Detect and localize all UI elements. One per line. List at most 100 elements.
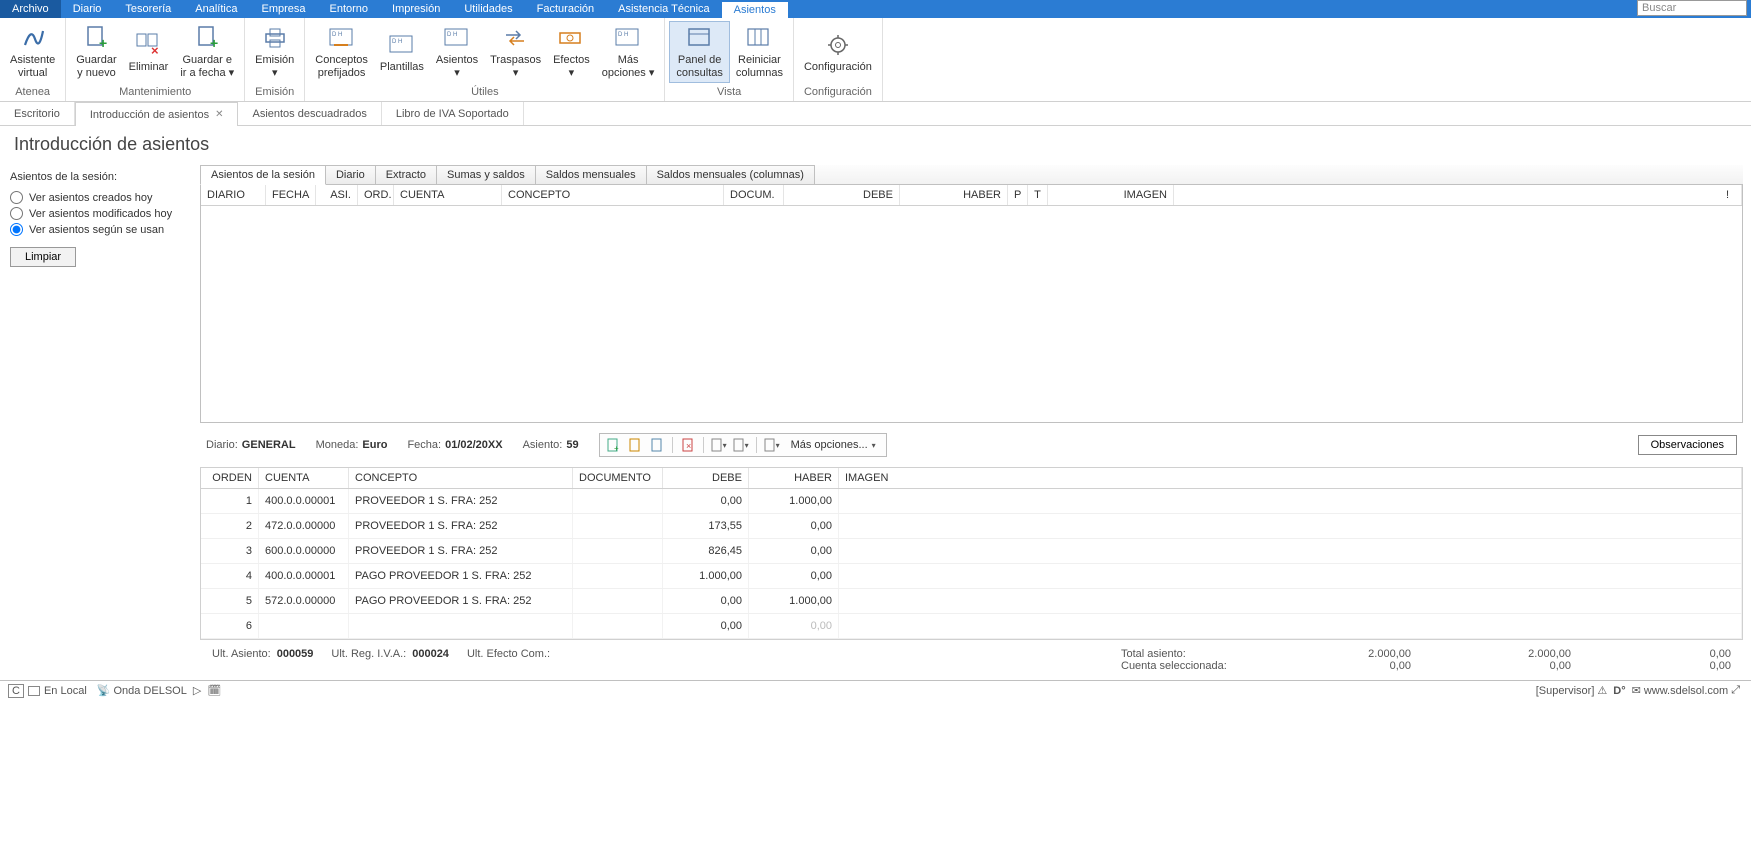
menu-utilidades[interactable]: Utilidades	[452, 0, 524, 18]
reiniciar-columnas-button[interactable]: Reiniciar columnas	[730, 22, 789, 81]
col-cuenta[interactable]: CUENTA	[394, 185, 502, 205]
warning-icon[interactable]: ⚠	[1597, 684, 1607, 697]
col-imagen[interactable]: IMAGEN	[1048, 185, 1174, 205]
tab-introduccion-asientos[interactable]: Introducción de asientos✕	[75, 102, 239, 126]
subtab-saldos-cols[interactable]: Saldos mensuales (columnas)	[646, 165, 815, 184]
statusbar: C En Local 📡 Onda DELSOL ▷ 🗓 [Supervisor…	[0, 680, 1751, 700]
col-fecha[interactable]: FECHA	[266, 185, 316, 205]
mail-icon[interactable]: ✉	[1632, 684, 1641, 697]
col-ord[interactable]: ORD.	[358, 185, 394, 205]
menu-tesoreria[interactable]: Tesorería	[113, 0, 183, 18]
guardar-nuevo-button[interactable]: + Guardar y nuevo	[70, 22, 122, 81]
status-onda[interactable]: Onda DELSOL	[113, 685, 186, 697]
search-input[interactable]: Buscar	[1637, 0, 1747, 16]
eliminar-button[interactable]: × Eliminar	[123, 29, 175, 76]
table-row[interactable]: 60,000,00	[201, 614, 1742, 639]
status-c-badge: C	[8, 684, 24, 698]
col-alert[interactable]: !	[1174, 185, 1742, 205]
limpiar-button[interactable]: Limpiar	[10, 247, 76, 267]
grid-icon	[743, 24, 775, 52]
table-row[interactable]: 2472.0.0.00000PROVEEDOR 1 S. FRA: 252173…	[201, 514, 1742, 539]
efectos-button[interactable]: Efectos ▾	[547, 22, 596, 81]
pin-icon[interactable]: ⤢	[1731, 684, 1740, 697]
menu-asistencia[interactable]: Asistencia Técnica	[606, 0, 722, 18]
doc-action3-icon[interactable]: ▾	[763, 436, 781, 454]
tab-libro-iva[interactable]: Libro de IVA Soportado	[382, 102, 524, 125]
menu-asientos[interactable]: Asientos	[722, 0, 788, 18]
doc-action1-icon[interactable]: ▾	[710, 436, 728, 454]
col-concepto[interactable]: CONCEPTO	[502, 185, 724, 205]
view-tabs: Asientos de la sesión Diario Extracto Su…	[200, 165, 1743, 185]
menu-facturacion[interactable]: Facturación	[525, 0, 606, 18]
svg-text:+: +	[99, 35, 107, 51]
session-grid[interactable]: DIARIO FECHA ASI. ORD. CUENTA CONCEPTO D…	[200, 185, 1743, 423]
menu-impresion[interactable]: Impresión	[380, 0, 452, 18]
radio-creados-hoy[interactable]: Ver asientos creados hoy	[10, 191, 190, 204]
plantillas-button[interactable]: D H Plantillas	[374, 29, 430, 76]
tab-escritorio[interactable]: Escritorio	[0, 102, 75, 125]
svg-text:D H: D H	[332, 32, 342, 38]
subtab-extracto[interactable]: Extracto	[375, 165, 437, 184]
col-haber[interactable]: HABER	[900, 185, 1008, 205]
configuracion-button[interactable]: Configuración	[798, 29, 878, 76]
table-row[interactable]: 4400.0.0.00001PAGO PROVEEDOR 1 S. FRA: 2…	[201, 564, 1742, 589]
table-row[interactable]: 3600.0.0.00000PROVEEDOR 1 S. FRA: 252826…	[201, 539, 1742, 564]
col-asi[interactable]: ASI.	[316, 185, 358, 205]
play-icon[interactable]: ▷	[193, 684, 201, 697]
radio-modificados-hoy[interactable]: Ver asientos modificados hoy	[10, 207, 190, 220]
guardar-ir-fecha-button[interactable]: + Guardar e ir a fecha ▾	[174, 22, 240, 81]
col-debe[interactable]: DEBE	[784, 185, 900, 205]
menu-diario[interactable]: Diario	[61, 0, 114, 18]
wifi-icon: 📡	[97, 684, 111, 697]
tab-asientos-descuadrados[interactable]: Asientos descuadrados	[238, 102, 381, 125]
table-row[interactable]: 1400.0.0.00001PROVEEDOR 1 S. FRA: 2520,0…	[201, 489, 1742, 514]
lcol-concepto[interactable]: CONCEPTO	[349, 468, 573, 488]
doc-copy-icon[interactable]	[648, 436, 666, 454]
menu-empresa[interactable]: Empresa	[249, 0, 317, 18]
entry-lines-grid[interactable]: ORDEN CUENTA CONCEPTO DOCUMENTO DEBE HAB…	[200, 467, 1743, 640]
lcol-orden[interactable]: ORDEN	[201, 468, 259, 488]
menu-analitica[interactable]: Analítica	[183, 0, 249, 18]
menu-archivo[interactable]: Archivo	[0, 0, 61, 18]
lcol-haber[interactable]: HABER	[749, 468, 839, 488]
doc-edit-icon[interactable]	[626, 436, 644, 454]
status-en-local: En Local	[44, 685, 87, 697]
lcol-cuenta[interactable]: CUENTA	[259, 468, 349, 488]
mas-opciones-dropdown[interactable]: Más opciones...▾	[785, 437, 882, 453]
emision-button[interactable]: Emisión ▾	[249, 22, 300, 81]
close-icon[interactable]: ✕	[215, 109, 223, 120]
col-diario[interactable]: DIARIO	[201, 185, 266, 205]
subtab-sesion[interactable]: Asientos de la sesión	[200, 165, 326, 185]
status-site[interactable]: www.sdelsol.com	[1644, 685, 1728, 697]
lcol-debe[interactable]: DEBE	[663, 468, 749, 488]
conceptos-prefijados-button[interactable]: D H Conceptos prefijados	[309, 22, 374, 81]
doc-delete-icon[interactable]: ×	[679, 436, 697, 454]
col-t[interactable]: T	[1028, 185, 1048, 205]
lcol-imagen[interactable]: IMAGEN	[839, 468, 1742, 488]
mas-opciones-button[interactable]: D H Más opciones ▾	[596, 22, 661, 81]
session-filter-panel: Asientos de la sesión: Ver asientos crea…	[0, 165, 200, 680]
col-p[interactable]: P	[1008, 185, 1028, 205]
form-icon: D H	[326, 24, 358, 52]
asientos-button[interactable]: D H Asientos ▾	[430, 22, 484, 81]
gear-icon	[822, 31, 854, 59]
doc-new-icon[interactable]: +	[604, 436, 622, 454]
d-icon[interactable]: D°	[1613, 685, 1625, 697]
traspasos-button[interactable]: Traspasos ▾	[484, 22, 547, 81]
doc-action2-icon[interactable]: ▾	[732, 436, 750, 454]
print-icon	[259, 24, 291, 52]
document-tabs: Escritorio Introducción de asientos✕ Asi…	[0, 102, 1751, 126]
panel-consultas-button[interactable]: Panel de consultas	[669, 21, 729, 82]
asistente-virtual-button[interactable]: Asistente virtual	[4, 22, 61, 81]
subtab-saldos-m[interactable]: Saldos mensuales	[535, 165, 647, 184]
subtab-sumas[interactable]: Sumas y saldos	[436, 165, 536, 184]
radio-segun-usan[interactable]: Ver asientos según se usan	[10, 223, 190, 236]
col-docum[interactable]: DOCUM.	[724, 185, 784, 205]
document-plus-icon: +	[191, 24, 223, 52]
menu-entorno[interactable]: Entorno	[318, 0, 381, 18]
calendar-icon[interactable]: 🗓	[207, 684, 221, 697]
subtab-diario[interactable]: Diario	[325, 165, 376, 184]
lcol-documento[interactable]: DOCUMENTO	[573, 468, 663, 488]
observaciones-button[interactable]: Observaciones	[1638, 435, 1737, 455]
table-row[interactable]: 5572.0.0.00000PAGO PROVEEDOR 1 S. FRA: 2…	[201, 589, 1742, 614]
